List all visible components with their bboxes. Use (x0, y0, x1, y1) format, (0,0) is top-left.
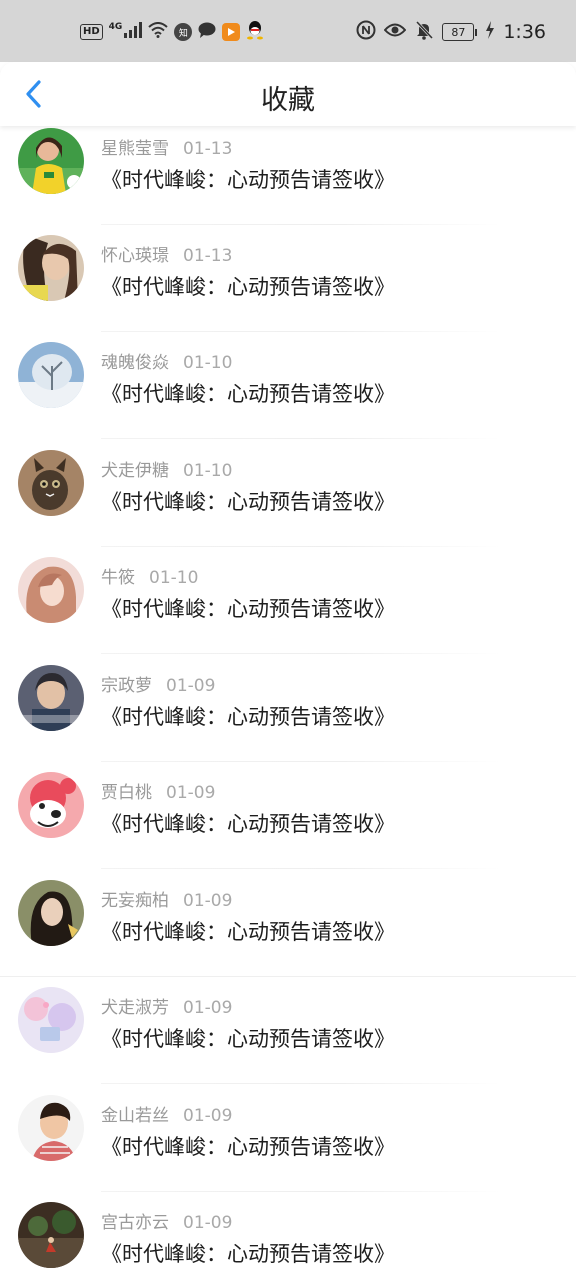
item-date: 01-09 (183, 998, 233, 1018)
avatar[interactable] (18, 557, 84, 623)
item-meta: 宗政萝 01-09 (101, 671, 215, 696)
item-date: 01-10 (183, 353, 233, 373)
item-meta: 牛筱 01-10 (101, 563, 198, 588)
item-title[interactable]: 《时代峰峻：心动预告请签收》 (101, 271, 395, 301)
list-item[interactable]: 无妄痴柏 01-09 《时代峰峻：心动预告请签收》 (0, 870, 576, 977)
item-meta: 宫古亦云 01-09 (101, 1208, 232, 1233)
list-item[interactable]: 犬走淑芳 01-09 《时代峰峻：心动预告请签收》 (0, 977, 576, 1084)
item-title[interactable]: 《时代峰峻：心动预告请签收》 (101, 808, 395, 838)
qq-icon (246, 20, 264, 44)
item-date: 01-09 (183, 1213, 233, 1233)
message-icon (198, 22, 216, 42)
battery-level: 87 (442, 23, 475, 41)
item-date: 01-09 (166, 676, 216, 696)
list-item[interactable]: 怀心瑛璟 01-13 《时代峰峻：心动预告请签收》 (0, 225, 576, 332)
author-name[interactable]: 牛筱 (101, 568, 135, 588)
status-bar-left: HD 4G 知 (80, 20, 264, 44)
divider (101, 653, 501, 654)
author-name[interactable]: 怀心瑛璟 (101, 246, 169, 266)
author-name[interactable]: 贾白桃 (101, 783, 152, 803)
list-item[interactable]: 金山若丝 01-09 《时代峰峻：心动预告请签收》 (0, 1085, 576, 1192)
author-name[interactable]: 星熊莹雪 (101, 139, 169, 159)
zhihu-icon: 知 (174, 23, 193, 41)
author-name[interactable]: 犬走淑芳 (101, 998, 169, 1018)
item-meta: 犬走伊糖 01-10 (101, 456, 232, 481)
list-item[interactable]: 牛筱 01-10 《时代峰峻：心动预告请签收》 (0, 547, 576, 654)
author-name[interactable]: 金山若丝 (101, 1106, 169, 1126)
author-name[interactable]: 犬走伊糖 (101, 461, 169, 481)
avatar[interactable] (18, 880, 84, 946)
item-date: 01-09 (183, 1106, 233, 1126)
item-title[interactable]: 《时代峰峻：心动预告请签收》 (101, 701, 395, 731)
avatar[interactable] (18, 342, 84, 408)
divider (101, 868, 501, 869)
list-item[interactable]: 宗政萝 01-09 《时代峰峻：心动预告请签收》 (0, 655, 576, 762)
network-type-label: 4G (108, 22, 123, 32)
bell-off-icon (414, 20, 434, 44)
list-item[interactable]: 宫古亦云 01-09 《时代峰峻：心动预告请签收》 (0, 1192, 576, 1280)
clock: 1:36 (503, 21, 546, 43)
item-title[interactable]: 《时代峰峻：心动预告请签收》 (101, 1023, 395, 1053)
item-title[interactable]: 《时代峰峻：心动预告请签收》 (101, 916, 395, 946)
item-title[interactable]: 《时代峰峻：心动预告请签收》 (101, 1238, 395, 1268)
divider (101, 1083, 501, 1084)
battery-icon: 87 (442, 23, 478, 41)
signal-icon (124, 22, 143, 42)
avatar[interactable] (18, 450, 84, 516)
item-date: 01-09 (166, 783, 216, 803)
author-name[interactable]: 无妄痴柏 (101, 891, 169, 911)
item-meta: 犬走淑芳 01-09 (101, 993, 232, 1018)
status-bar: HD 4G 知 87 1:36 (0, 0, 576, 62)
item-title[interactable]: 《时代峰峻：心动预告请签收》 (101, 486, 395, 516)
favorites-list: 星熊莹雪 01-13 《时代峰峻：心动预告请签收》 怀心瑛璟 01-13 《时代峰峻… (0, 126, 576, 1280)
avatar[interactable] (18, 772, 84, 838)
item-date: 01-09 (183, 891, 233, 911)
item-title[interactable]: 《时代峰峻：心动预告请签收》 (101, 1131, 395, 1161)
eye-icon (383, 22, 407, 42)
item-date: 01-13 (183, 139, 233, 159)
avatar[interactable] (18, 1095, 84, 1161)
item-meta: 贾白桃 01-09 (101, 778, 215, 803)
author-name[interactable]: 魂魄俊焱 (101, 353, 169, 373)
avatar[interactable] (18, 1202, 84, 1268)
charging-icon (485, 21, 495, 43)
item-title[interactable]: 《时代峰峻：心动预告请签收》 (101, 378, 395, 408)
list-item[interactable]: 贾白桃 01-09 《时代峰峻：心动预告请签收》 (0, 762, 576, 869)
avatar[interactable] (18, 128, 84, 194)
item-meta: 星熊莹雪 01-13 (101, 134, 232, 159)
wifi-icon (148, 22, 168, 42)
item-title[interactable]: 《时代峰峻：心动预告请签收》 (101, 593, 395, 623)
item-date: 01-13 (183, 246, 233, 266)
item-meta: 无妄痴柏 01-09 (101, 886, 232, 911)
item-date: 01-10 (149, 568, 199, 588)
status-bar-right: 87 1:36 (356, 20, 546, 44)
item-meta: 金山若丝 01-09 (101, 1101, 232, 1126)
item-date: 01-10 (183, 461, 233, 481)
item-title[interactable]: 《时代峰峻：心动预告请签收》 (101, 164, 395, 194)
divider (101, 438, 501, 439)
list-item[interactable]: 魂魄俊焱 01-10 《时代峰峻：心动预告请签收》 (0, 332, 576, 439)
list-item[interactable]: 犬走伊糖 01-10 《时代峰峻：心动预告请签收》 (0, 440, 576, 547)
video-app-icon (222, 23, 241, 41)
author-name[interactable]: 宫古亦云 (101, 1213, 169, 1233)
avatar[interactable] (18, 665, 84, 731)
avatar[interactable] (18, 235, 84, 301)
nfc-icon (356, 20, 376, 44)
item-meta: 怀心瑛璟 01-13 (101, 241, 232, 266)
hd-icon: HD (80, 24, 103, 40)
page-title: 收藏 (261, 85, 315, 116)
item-meta: 魂魄俊焱 01-10 (101, 348, 232, 373)
avatar[interactable] (18, 987, 84, 1053)
author-name[interactable]: 宗政萝 (101, 676, 152, 696)
list-item[interactable]: 星熊莹雪 01-13 《时代峰峻：心动预告请签收》 (0, 126, 576, 225)
nav-bar: 收藏 (0, 62, 576, 126)
